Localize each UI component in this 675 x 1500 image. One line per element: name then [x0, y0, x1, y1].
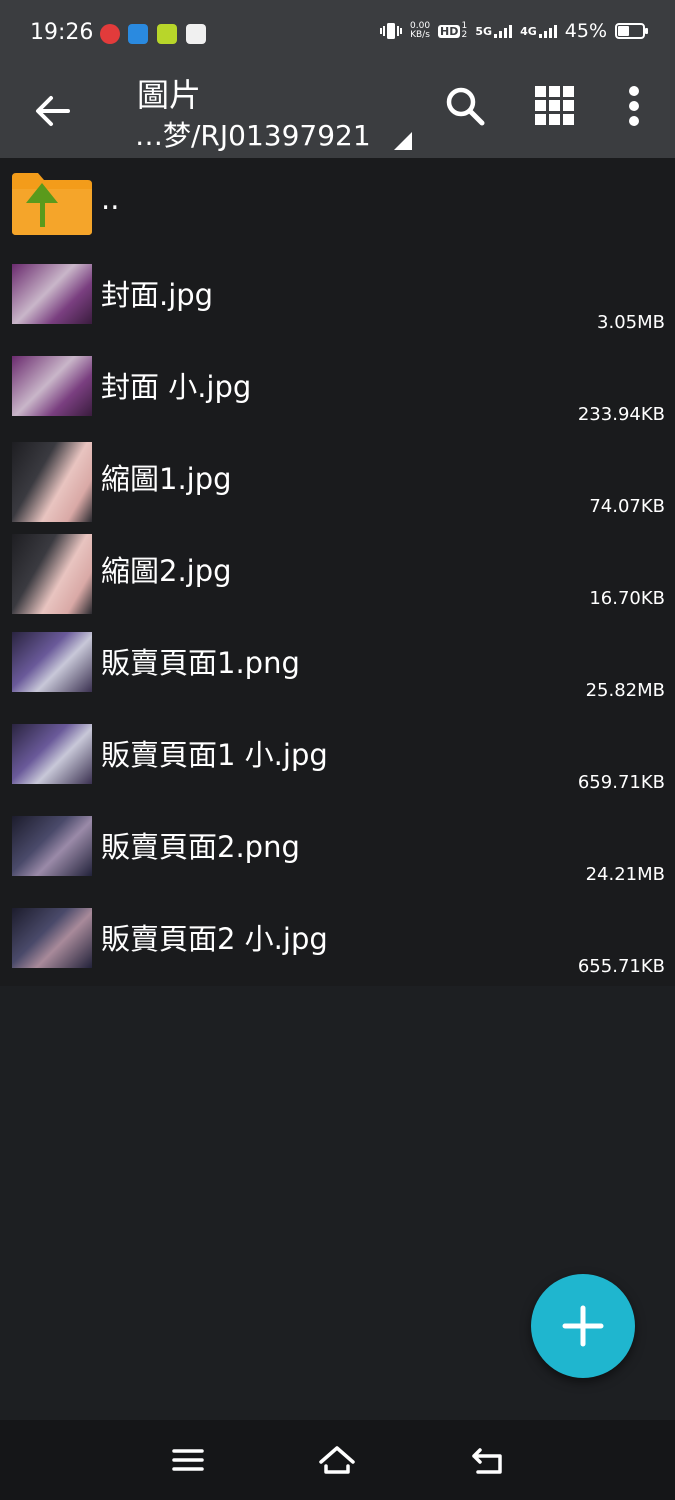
vibrate-icon: [380, 23, 402, 39]
grid-view-button[interactable]: [533, 84, 577, 128]
file-name: 縮圖1.jpg: [101, 462, 232, 496]
parent-folder-label: ..: [101, 182, 120, 216]
file-row[interactable]: 封面.jpg 3.05MB: [0, 250, 675, 342]
gallery-app-icon: [186, 24, 206, 44]
page-title: 圖片: [137, 76, 202, 114]
image-thumbnail: [12, 908, 92, 968]
system-nav-bar: [0, 1420, 675, 1500]
file-row[interactable]: 販賣頁面1 小.jpg 659.71KB: [0, 710, 675, 802]
file-name: 封面.jpg: [101, 278, 214, 312]
file-size: 233.94KB: [577, 404, 665, 425]
image-thumbnail: [12, 356, 92, 416]
search-button[interactable]: [443, 84, 487, 128]
file-list: .. 封面.jpg 3.05MB 封面 小.jpg 233.94KB 縮圖1.j…: [0, 158, 675, 986]
home-icon: [319, 1446, 355, 1474]
image-thumbnail: [12, 442, 92, 522]
file-size: 74.07KB: [589, 496, 665, 517]
file-row[interactable]: 販賣頁面1.png 25.82MB: [0, 618, 675, 710]
file-size: 655.71KB: [577, 956, 665, 977]
signal-5g: 5G: [475, 24, 513, 38]
hd-voice-indicator: HD 1 2: [438, 21, 468, 40]
status-bar: 19:26 0.00 KB/s HD 1 2 5G 4G 45%: [0, 0, 675, 68]
signal-bars-icon: [538, 24, 557, 38]
status-time: 19:26: [30, 20, 94, 45]
signal-4g: 4G: [520, 24, 557, 38]
more-options-button[interactable]: [612, 84, 656, 128]
image-thumbnail: [12, 264, 92, 324]
app-toolbar: 圖片 …梦/RJ01397921: [0, 68, 675, 158]
file-row[interactable]: 縮圖2.jpg 16.70KB: [0, 526, 675, 618]
file-name: 販賣頁面2.png: [101, 830, 300, 864]
folder-up-icon: [12, 173, 92, 235]
file-name: 封面 小.jpg: [101, 370, 252, 404]
battery-icon: [615, 23, 648, 39]
add-button[interactable]: [531, 1274, 635, 1378]
home-button[interactable]: [317, 1440, 357, 1480]
menu-icon: [172, 1449, 204, 1471]
file-size: 24.21MB: [585, 864, 665, 885]
back-arrow-icon: [36, 96, 70, 126]
signal-bars-icon: [494, 24, 513, 38]
file-size: 16.70KB: [589, 588, 665, 609]
image-thumbnail: [12, 816, 92, 876]
parent-folder-row[interactable]: ..: [0, 158, 675, 250]
grid-view-icon: [535, 86, 574, 125]
search-icon: [446, 87, 485, 126]
bilibili-app-icon: [128, 24, 148, 44]
file-name: 縮圖2.jpg: [101, 554, 232, 588]
file-name: 販賣頁面1.png: [101, 646, 300, 680]
image-thumbnail: [12, 724, 92, 784]
more-vert-icon: [629, 86, 639, 126]
image-thumbnail: [12, 632, 92, 692]
file-size: 25.82MB: [585, 680, 665, 701]
image-thumbnail: [12, 534, 92, 614]
dropdown-triangle-icon[interactable]: [394, 132, 412, 150]
file-row[interactable]: 販賣頁面2.png 24.21MB: [0, 802, 675, 894]
file-row[interactable]: 縮圖1.jpg 74.07KB: [0, 434, 675, 526]
file-name: 販賣頁面1 小.jpg: [101, 738, 328, 772]
net-speed: 0.00 KB/s: [410, 21, 431, 40]
back-icon: [472, 1448, 502, 1474]
file-name: 販賣頁面2 小.jpg: [101, 922, 328, 956]
status-indicators: 0.00 KB/s HD 1 2 5G 4G 45%: [380, 20, 648, 42]
battery-percent: 45%: [564, 20, 607, 42]
system-back-button[interactable]: [468, 1440, 508, 1480]
back-button[interactable]: [28, 86, 78, 136]
game-app-icon: [157, 24, 177, 44]
path-dropdown[interactable]: …梦/RJ01397921: [135, 114, 371, 154]
plus-icon: [562, 1305, 604, 1347]
recent-apps-button[interactable]: [168, 1440, 208, 1480]
file-size: 659.71KB: [577, 772, 665, 793]
file-size: 3.05MB: [597, 312, 665, 333]
file-row[interactable]: 販賣頁面2 小.jpg 655.71KB: [0, 894, 675, 986]
battery-fill: [618, 26, 629, 36]
file-row[interactable]: 封面 小.jpg 233.94KB: [0, 342, 675, 434]
netease-music-icon: [100, 24, 120, 44]
